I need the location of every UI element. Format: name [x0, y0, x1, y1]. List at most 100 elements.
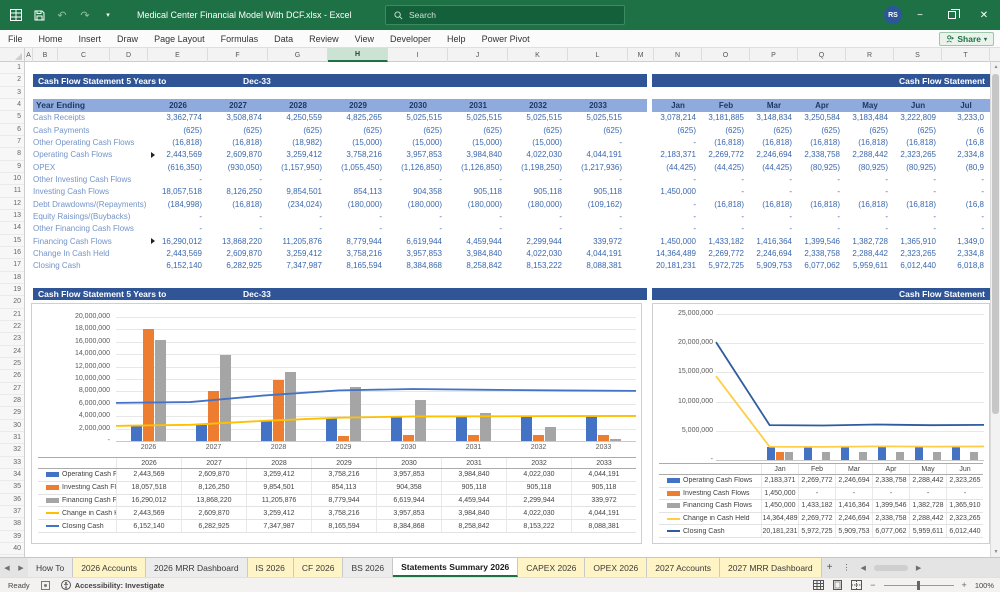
cell[interactable]: 8,153,222: [508, 260, 568, 272]
close-button[interactable]: ✕: [968, 0, 1000, 30]
horizontal-scrollbar-thumb[interactable]: [874, 565, 908, 571]
cell[interactable]: -: [798, 223, 846, 235]
cell[interactable]: (109,162): [568, 198, 628, 210]
row-header-27[interactable]: 27: [0, 383, 24, 395]
year-column-header[interactable]: 2027: [208, 99, 268, 111]
cell[interactable]: 4,022,030: [508, 149, 568, 161]
cell[interactable]: 1,450,000: [654, 235, 702, 247]
cell[interactable]: 3,508,874: [208, 112, 268, 124]
month-column-header[interactable]: Jul: [942, 99, 990, 111]
row-label-cell[interactable]: Investing Cash Flows: [33, 186, 148, 198]
cell[interactable]: 3,250,584: [798, 112, 846, 124]
column-header-G[interactable]: G: [268, 48, 328, 62]
ribbon-tab-formulas[interactable]: Formulas: [213, 30, 267, 48]
cell[interactable]: -: [568, 136, 628, 148]
row-header-7[interactable]: 7: [0, 136, 24, 148]
cell[interactable]: 8,088,381: [568, 260, 628, 272]
cell[interactable]: -: [846, 210, 894, 222]
row-header-29[interactable]: 29: [0, 407, 24, 419]
sheet-tab-how-to[interactable]: How To: [28, 558, 73, 577]
cell[interactable]: (16,818): [208, 198, 268, 210]
cell[interactable]: 1,349,0: [942, 235, 990, 247]
cell[interactable]: 1,382,728: [846, 235, 894, 247]
scroll-down-icon[interactable]: ▼: [991, 547, 1000, 557]
cell[interactable]: (616,350): [148, 161, 208, 173]
column-header-N[interactable]: N: [654, 48, 702, 62]
save-icon[interactable]: [32, 8, 46, 22]
cell[interactable]: -: [654, 223, 702, 235]
cell[interactable]: 2,323,265: [894, 247, 942, 259]
cell[interactable]: 2,323,265: [894, 149, 942, 161]
table-header-years[interactable]: Year Ending 2026202720282029203020312032…: [33, 99, 647, 111]
zoom-out-button[interactable]: −: [870, 580, 875, 590]
row-header-22[interactable]: 22: [0, 321, 24, 333]
row-header-5[interactable]: 5: [0, 111, 24, 123]
cell[interactable]: 3,259,412: [268, 247, 328, 259]
cell[interactable]: 1,433,182: [702, 235, 750, 247]
cell[interactable]: 9,854,501: [268, 186, 328, 198]
cell[interactable]: -: [148, 223, 208, 235]
cell[interactable]: (80,925): [846, 161, 894, 173]
row-label-cell[interactable]: Equity Raisings/(Buybacks): [33, 210, 148, 222]
cell[interactable]: (80,9: [942, 161, 990, 173]
vertical-scrollbar[interactable]: ▲ ▼: [990, 62, 1000, 557]
cell[interactable]: (16,818): [148, 136, 208, 148]
cell[interactable]: -: [798, 173, 846, 185]
page-break-view-icon[interactable]: [851, 580, 862, 591]
year-column-header[interactable]: 2026: [148, 99, 208, 111]
ribbon-tab-help[interactable]: Help: [439, 30, 474, 48]
cell[interactable]: 6,077,062: [798, 260, 846, 272]
quick-access-dropdown-icon[interactable]: ▾: [101, 8, 115, 22]
cell[interactable]: -: [846, 223, 894, 235]
cell[interactable]: 3,183,484: [846, 112, 894, 124]
cell[interactable]: 3,758,216: [328, 247, 388, 259]
hscroll-left-icon[interactable]: ◀: [855, 558, 870, 577]
tabs-scroll-left-icon[interactable]: ◀: [0, 558, 14, 577]
cell[interactable]: -: [846, 186, 894, 198]
row-header-26[interactable]: 26: [0, 370, 24, 382]
cell[interactable]: (930,050): [208, 161, 268, 173]
column-header-R[interactable]: R: [846, 48, 894, 62]
cell[interactable]: (625): [388, 124, 448, 136]
sheet-tab-statements-summary-2026[interactable]: Statements Summary 2026: [393, 558, 518, 577]
ribbon-tab-developer[interactable]: Developer: [382, 30, 439, 48]
row-header-18[interactable]: 18: [0, 272, 24, 284]
cell[interactable]: (625): [268, 124, 328, 136]
cell[interactable]: -: [894, 210, 942, 222]
column-header-L[interactable]: L: [568, 48, 628, 62]
cell[interactable]: 904,358: [388, 186, 448, 198]
cell[interactable]: -: [208, 223, 268, 235]
ribbon-tab-draw[interactable]: Draw: [109, 30, 146, 48]
vertical-scrollbar-thumb[interactable]: [992, 74, 999, 414]
row-header-30[interactable]: 30: [0, 420, 24, 432]
cell[interactable]: -: [702, 186, 750, 198]
year-column-header[interactable]: 2032: [508, 99, 568, 111]
cell[interactable]: 2,246,694: [750, 247, 798, 259]
cell[interactable]: -: [448, 223, 508, 235]
row-header-4[interactable]: 4: [0, 99, 24, 111]
year-column-header[interactable]: 2033: [568, 99, 628, 111]
cell[interactable]: (625): [208, 124, 268, 136]
cell[interactable]: 2,334,8: [942, 149, 990, 161]
cell[interactable]: -: [942, 186, 990, 198]
cell[interactable]: (625): [148, 124, 208, 136]
cell[interactable]: -: [654, 173, 702, 185]
cell[interactable]: (625): [846, 124, 894, 136]
sheet-tab-is-2026[interactable]: IS 2026: [248, 558, 294, 577]
cell[interactable]: (625): [448, 124, 508, 136]
row-label-cell[interactable]: Other Investing Cash Flows: [33, 173, 148, 185]
accessibility-checker[interactable]: Accessibility: Investigate: [61, 580, 165, 590]
column-header-F[interactable]: F: [208, 48, 268, 62]
cell[interactable]: (18,982): [268, 136, 328, 148]
row-header-15[interactable]: 15: [0, 235, 24, 247]
column-header-C[interactable]: C: [58, 48, 110, 62]
row-label-cell[interactable]: Cash Receipts: [33, 112, 148, 124]
ribbon-tab-power-pivot[interactable]: Power Pivot: [474, 30, 538, 48]
month-column-header[interactable]: Mar: [750, 99, 798, 111]
annual-cash-flow-chart[interactable]: -2,000,0004,000,0006,000,0008,000,00010,…: [31, 303, 642, 544]
cell[interactable]: (16,818): [846, 136, 894, 148]
cell[interactable]: 11,205,876: [268, 235, 328, 247]
cell[interactable]: -: [750, 173, 798, 185]
cell[interactable]: -: [702, 173, 750, 185]
excel-app-icon[interactable]: [9, 8, 23, 22]
